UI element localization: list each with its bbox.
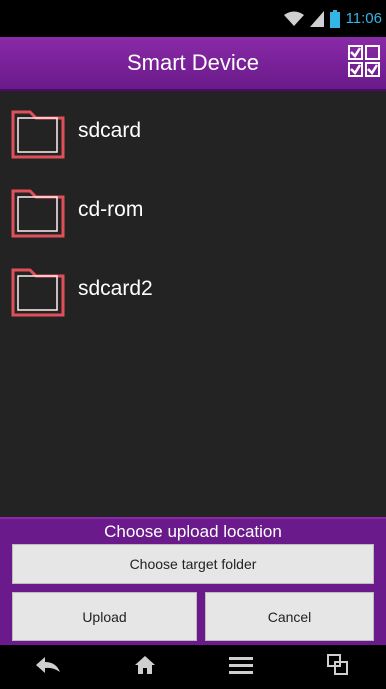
status-time: 11:06	[345, 10, 382, 27]
back-icon	[35, 656, 61, 679]
file-name: cd-rom	[78, 197, 144, 221]
recent-apps-icon	[326, 653, 349, 681]
recent-apps-button[interactable]	[308, 645, 368, 689]
signal-icon	[309, 10, 324, 27]
choose-target-folder-button[interactable]: Choose target folder	[12, 544, 374, 584]
folder-icon	[10, 260, 66, 318]
battery-icon	[329, 9, 340, 28]
menu-button[interactable]	[211, 645, 271, 689]
title-bar: Smart Device	[0, 37, 386, 91]
status-bar: 11:06	[0, 0, 386, 37]
page-title: Smart Device	[126, 50, 260, 75]
menu-icon	[229, 656, 254, 679]
home-icon	[134, 655, 156, 680]
folder-icon	[10, 102, 66, 160]
select-all-button[interactable]	[346, 44, 382, 83]
list-item-sdcard2[interactable]: sdcard2	[0, 249, 386, 328]
upload-location-title: Choose upload location	[104, 521, 282, 541]
checkbox-multi-icon	[347, 44, 381, 83]
file-name: sdcard2	[78, 276, 153, 300]
home-button[interactable]	[115, 645, 175, 689]
folder-icon	[10, 181, 66, 239]
wifi-icon	[283, 11, 304, 27]
upload-location-header: Choose upload location	[0, 517, 386, 544]
list-item-cd-rom[interactable]: cd-rom	[0, 170, 386, 249]
file-list: sdcard cd-rom sdcard2	[0, 91, 386, 517]
upload-button[interactable]: Upload	[12, 592, 197, 641]
list-item-sdcard[interactable]: sdcard	[0, 91, 386, 170]
cancel-button[interactable]: Cancel	[205, 592, 374, 641]
back-button[interactable]	[18, 645, 78, 689]
nav-bar	[0, 645, 386, 689]
file-name: sdcard	[78, 118, 142, 142]
